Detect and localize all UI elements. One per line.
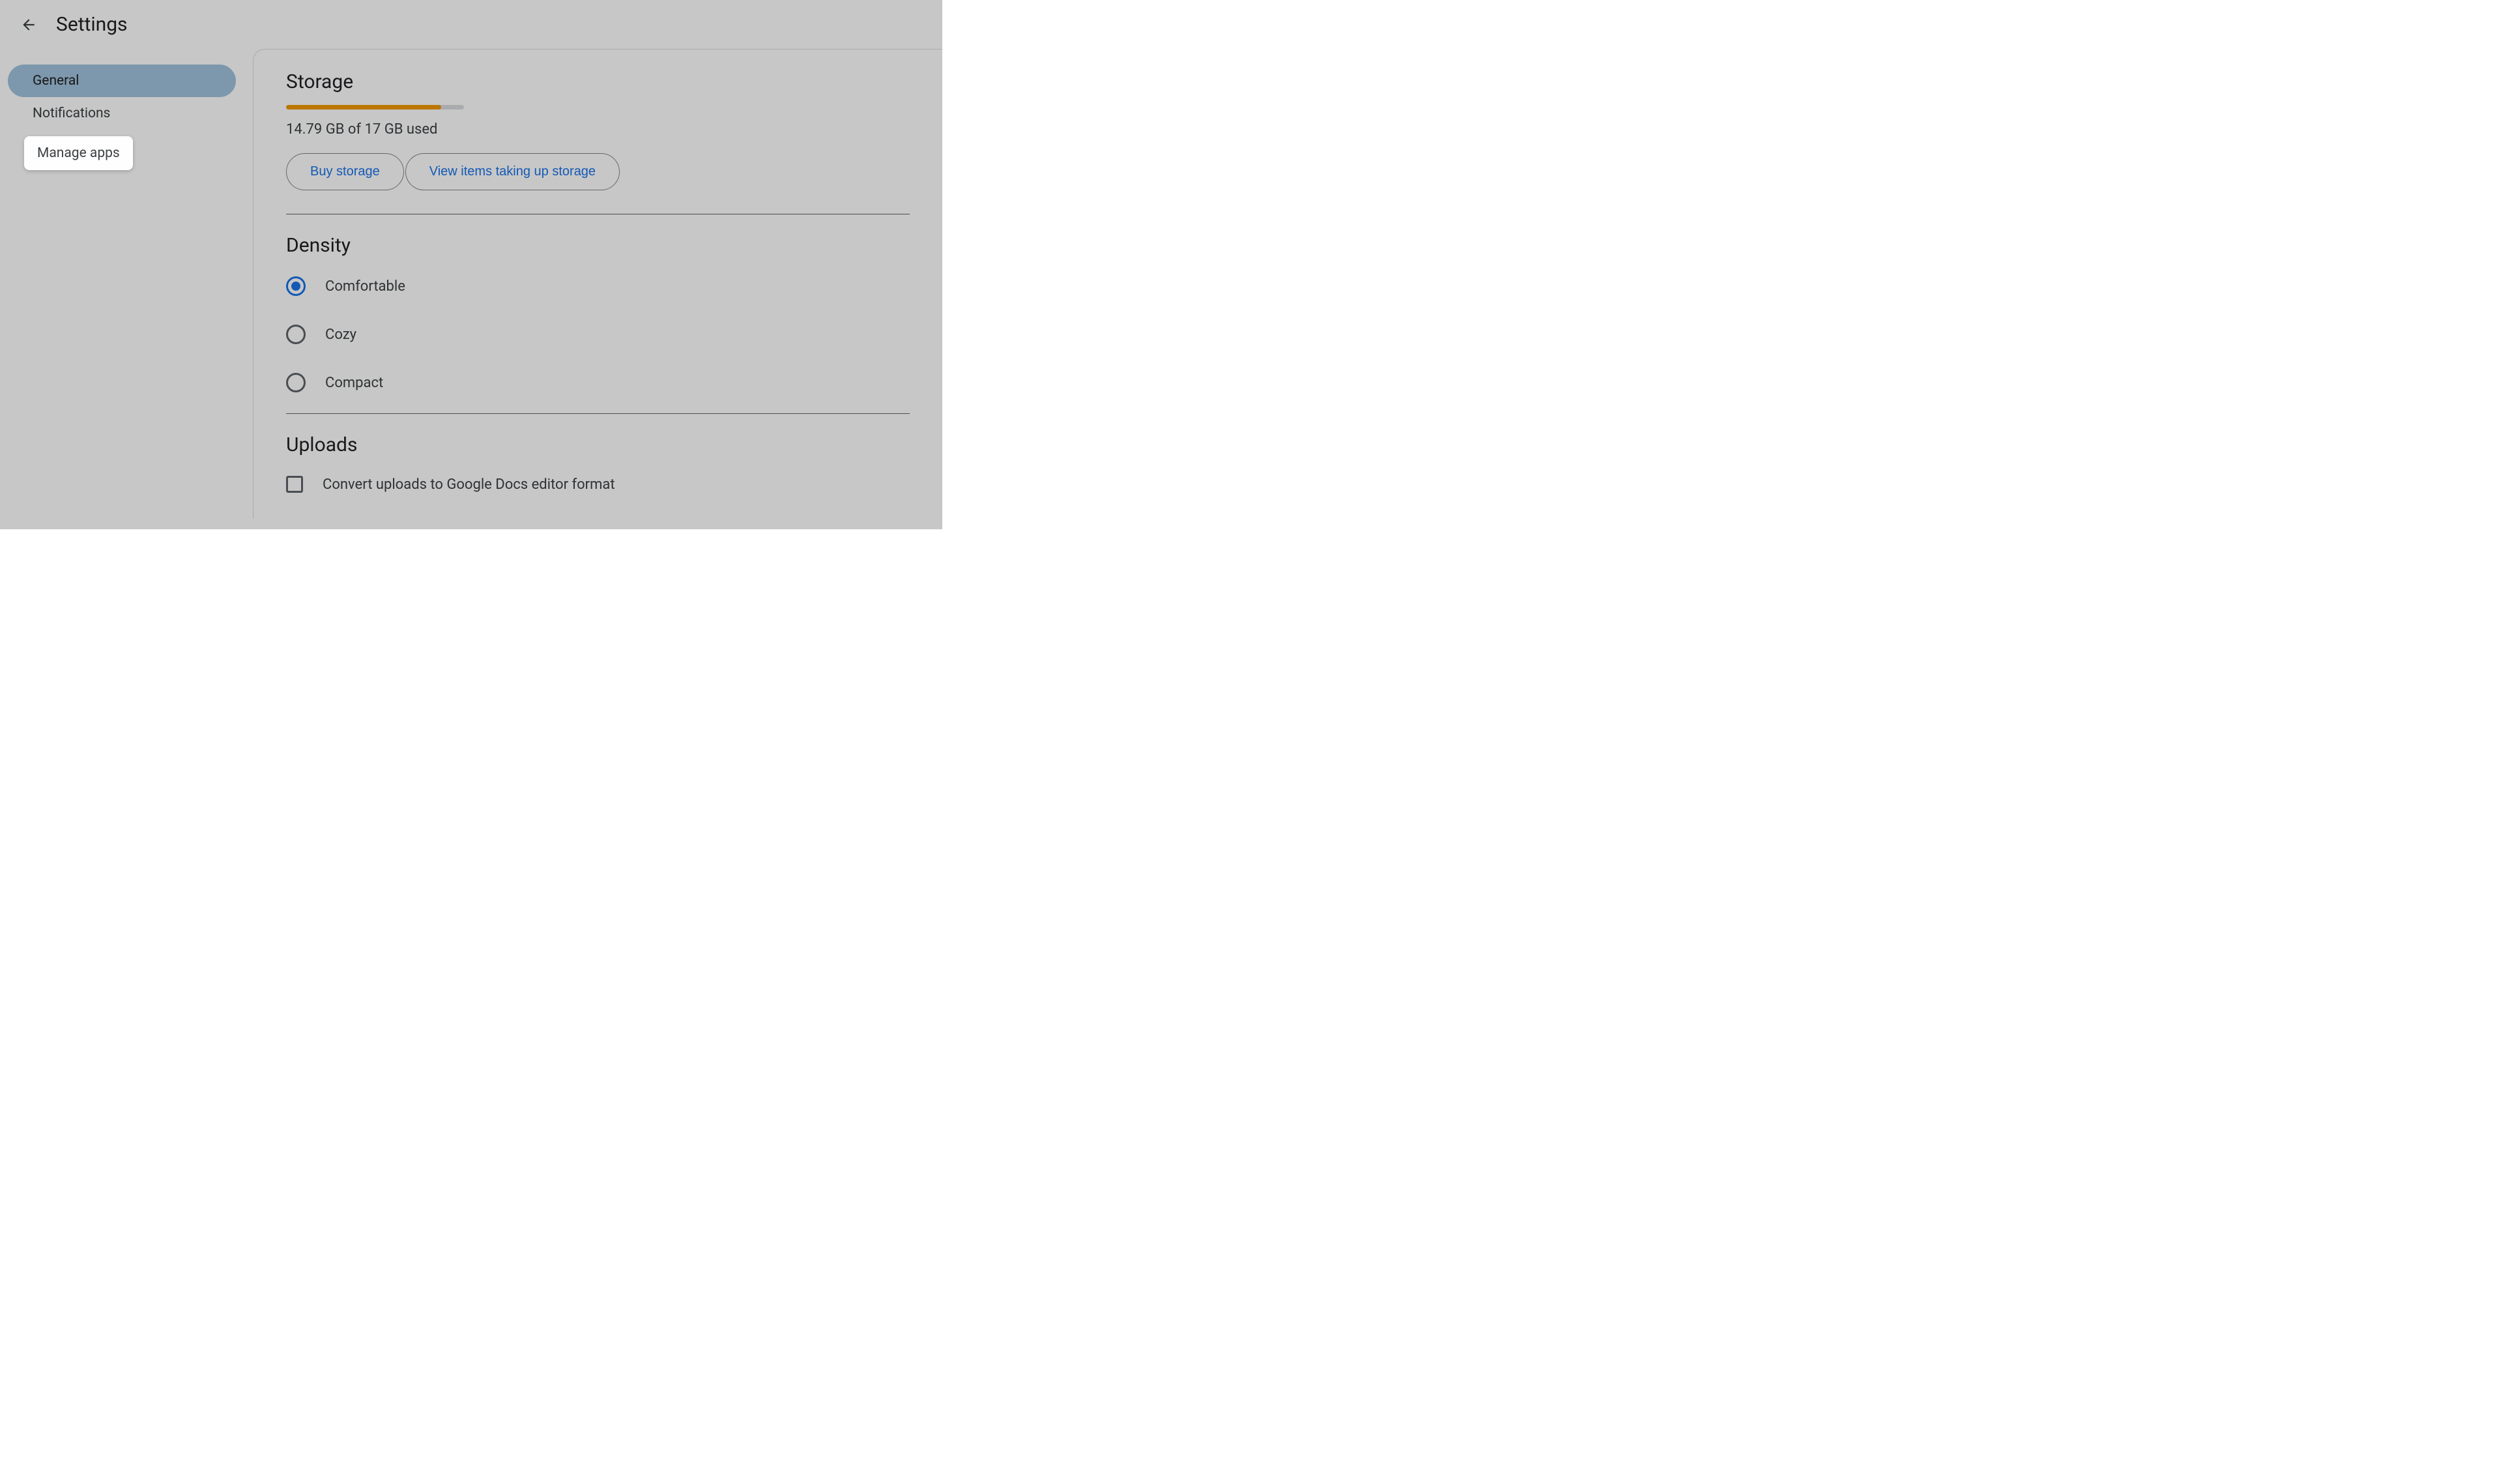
sidebar-item-label: Notifications bbox=[33, 106, 110, 121]
radio-icon bbox=[286, 276, 306, 296]
view-storage-items-button[interactable]: View items taking up storage bbox=[405, 153, 620, 190]
sidebar-item-general[interactable]: General bbox=[8, 65, 236, 97]
storage-usage-text: 14.79 GB of 17 GB used bbox=[286, 121, 910, 138]
settings-header: Settings bbox=[0, 0, 942, 49]
storage-section-title: Storage bbox=[286, 70, 910, 93]
radio-icon bbox=[286, 373, 306, 392]
manage-apps-tooltip: Manage apps bbox=[24, 136, 133, 170]
density-option-cozy[interactable]: Cozy bbox=[286, 325, 910, 344]
settings-sidebar: General Notifications Manage apps bbox=[8, 49, 253, 519]
density-option-comfortable[interactable]: Comfortable bbox=[286, 276, 910, 296]
storage-progress-bar bbox=[286, 105, 464, 110]
radio-label: Cozy bbox=[325, 327, 356, 343]
checkbox-label: Convert uploads to Google Docs editor fo… bbox=[323, 476, 615, 493]
radio-label: Compact bbox=[325, 375, 383, 391]
tooltip-text: Manage apps bbox=[37, 145, 120, 161]
page-title: Settings bbox=[56, 13, 128, 36]
convert-uploads-checkbox[interactable]: Convert uploads to Google Docs editor fo… bbox=[286, 476, 910, 493]
sidebar-item-notifications[interactable]: Notifications bbox=[8, 97, 236, 130]
back-arrow-icon[interactable] bbox=[20, 16, 38, 34]
storage-progress-fill bbox=[286, 105, 441, 110]
radio-icon bbox=[286, 325, 306, 344]
uploads-section-title: Uploads bbox=[286, 433, 910, 456]
density-option-compact[interactable]: Compact bbox=[286, 373, 910, 392]
density-radio-group: Comfortable Cozy Compact bbox=[286, 276, 910, 392]
radio-label: Comfortable bbox=[325, 278, 405, 295]
section-divider bbox=[286, 413, 910, 414]
sidebar-item-label: General bbox=[33, 73, 79, 89]
density-section-title: Density bbox=[286, 234, 910, 257]
settings-main-panel: Storage 14.79 GB of 17 GB used Buy stora… bbox=[253, 49, 942, 519]
checkbox-icon bbox=[286, 476, 303, 493]
buy-storage-button[interactable]: Buy storage bbox=[286, 153, 404, 190]
